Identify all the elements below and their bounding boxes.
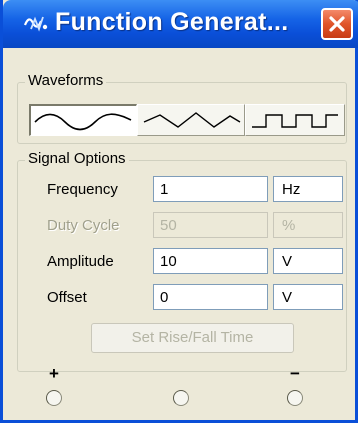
close-button[interactable] (321, 8, 353, 40)
sine-wave-icon (34, 113, 132, 131)
amplitude-unit-field[interactable]: V (273, 248, 343, 274)
amplitude-input[interactable]: 10 (153, 248, 268, 274)
negative-terminal[interactable] (287, 390, 303, 406)
function-generator-icon (23, 11, 49, 33)
title-bar[interactable]: Function Generat... (3, 0, 358, 48)
offset-input[interactable]: 0 (153, 284, 268, 310)
triangle-wave-button[interactable] (137, 104, 245, 136)
square-wave-icon (252, 114, 338, 128)
frequency-label: Frequency (47, 181, 118, 198)
triangle-wave-icon (143, 112, 241, 128)
set-rise-fall-time-button: Set Rise/Fall Time (91, 323, 294, 353)
window-title: Function Generat... (55, 8, 289, 36)
square-wave-button[interactable] (245, 104, 345, 136)
waveforms-label: Waveforms (25, 72, 107, 89)
close-icon (329, 16, 345, 32)
signal-options-label: Signal Options (25, 150, 129, 167)
duty-cycle-label: Duty Cycle (47, 217, 120, 234)
positive-terminal[interactable] (46, 390, 62, 406)
amplitude-label: Amplitude (47, 253, 114, 270)
offset-label: Offset (47, 289, 87, 306)
duty-cycle-input: 50 (153, 212, 268, 238)
negative-terminal-label: − (290, 364, 300, 383)
offset-unit-field[interactable]: V (273, 284, 343, 310)
frequency-input[interactable]: 1 (153, 176, 268, 202)
function-generator-window: Function Generat... Waveforms Signal Opt… (0, 0, 358, 423)
sine-wave-button[interactable] (29, 104, 137, 136)
duty-cycle-unit-field: % (273, 212, 343, 238)
positive-terminal-label: + (49, 364, 59, 383)
common-terminal[interactable] (173, 390, 189, 406)
frequency-unit-field[interactable]: Hz (273, 176, 343, 202)
